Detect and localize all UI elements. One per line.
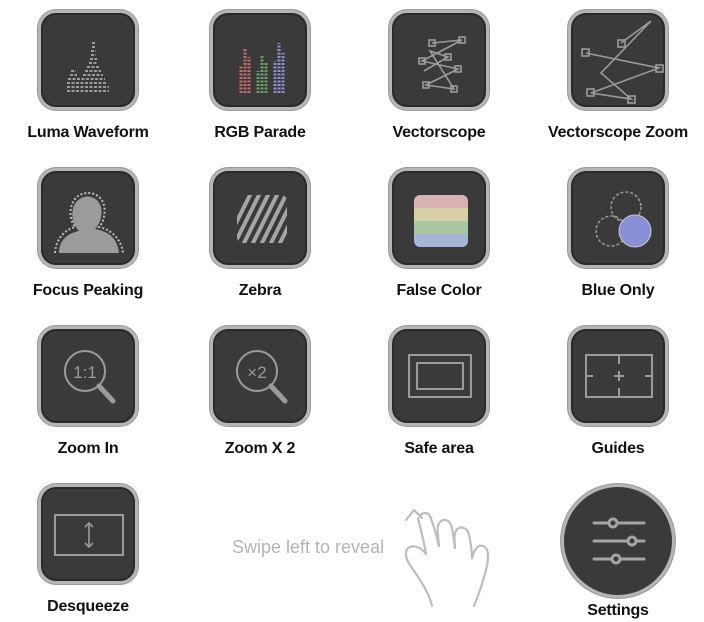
tool-label: Focus Peaking: [32, 282, 144, 299]
tool-rgb-parade: RGB Parade: [172, 10, 348, 142]
rgb-parade-button[interactable]: [210, 10, 310, 110]
tool-blue-only: Blue Only: [530, 168, 704, 300]
zoom-in-icon: 1:1: [64, 350, 116, 404]
tool-label: Zoom X 2: [224, 440, 296, 457]
false-color-icon: [414, 195, 468, 247]
vectorscope-zoom-button[interactable]: [568, 10, 668, 110]
tool-vectorscope: Vectorscope: [351, 10, 527, 142]
tool-label: Desqueeze: [47, 598, 129, 615]
zebra-icon: [237, 195, 287, 243]
zoom-x2-button[interactable]: ×2: [210, 326, 310, 426]
tool-label: Safe area: [404, 440, 474, 457]
tool-settings: Settings: [528, 484, 704, 620]
tool-guides: Guides: [530, 326, 704, 458]
tool-label: Vectorscope: [392, 124, 486, 141]
zoom-in-button[interactable]: 1:1: [38, 326, 138, 426]
luma-waveform-button[interactable]: [38, 10, 138, 110]
blue-only-icon: [595, 191, 652, 248]
tool-label: Luma Waveform: [27, 124, 149, 141]
blue-only-button[interactable]: [568, 168, 668, 268]
zoom-x2-icon: ×2: [236, 350, 288, 404]
tool-zebra: Zebra: [172, 168, 348, 300]
safe-area-icon: [408, 354, 472, 398]
swipe-hand-icon: [404, 508, 490, 608]
tool-label: Guides: [591, 440, 645, 457]
tool-vectorscope-zoom: Vectorscope Zoom: [530, 10, 704, 142]
guides-icon: [585, 354, 653, 398]
vectorscope-zoom-icon: [581, 20, 664, 104]
sliders-icon: [592, 517, 646, 565]
zoom-factor-text: ×2: [247, 363, 266, 382]
zebra-button[interactable]: [210, 168, 310, 268]
focus-peaking-button[interactable]: [38, 168, 138, 268]
tool-desqueeze: Desqueeze: [0, 484, 176, 616]
tool-false-color: False Color: [351, 168, 527, 300]
tool-label: Zoom In: [57, 440, 119, 457]
zoom-ratio-text: 1:1: [73, 363, 97, 382]
focus-peaking-icon: [54, 192, 124, 254]
tool-label: RGB Parade: [214, 124, 306, 141]
tool-safe-area: Safe area: [351, 326, 527, 458]
tool-zoom-x2: ×2 Zoom X 2: [172, 326, 348, 458]
rgb-parade-icon: [239, 43, 285, 93]
tool-zoom-in: 1:1 Zoom In: [0, 326, 176, 458]
settings-label: Settings: [587, 602, 649, 619]
tool-label: False Color: [396, 282, 482, 299]
tool-luma-waveform: Luma Waveform: [0, 10, 176, 142]
swipe-hint-text: Swipe left to reveal: [232, 537, 385, 557]
vectorscope-button[interactable]: [389, 10, 489, 110]
tool-focus-peaking: Focus Peaking: [0, 168, 176, 300]
luma-waveform-icon: [67, 42, 109, 92]
tool-label: Zebra: [238, 282, 282, 299]
guides-button[interactable]: [568, 326, 668, 426]
vectorscope-icon: [418, 36, 466, 93]
desqueeze-button[interactable]: [38, 484, 138, 584]
tool-label: Vectorscope Zoom: [548, 124, 688, 141]
false-color-button[interactable]: [389, 168, 489, 268]
tool-label: Blue Only: [581, 282, 655, 299]
desqueeze-icon: [54, 514, 124, 556]
settings-button[interactable]: [561, 484, 675, 598]
safe-area-button[interactable]: [389, 326, 489, 426]
